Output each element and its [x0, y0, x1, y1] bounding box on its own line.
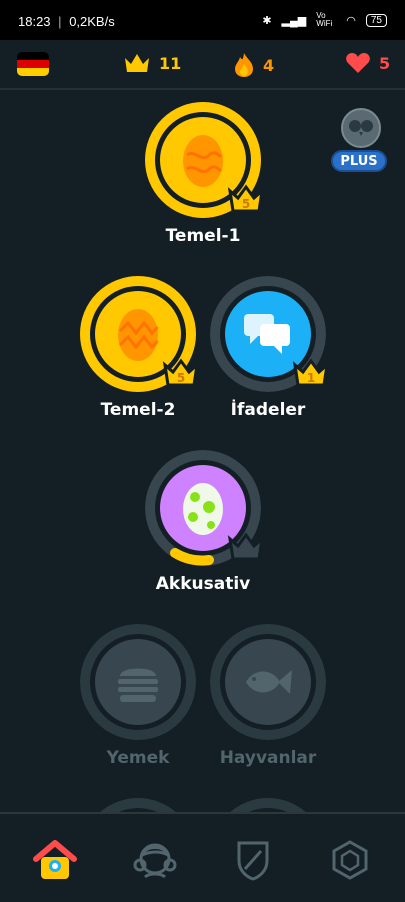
character-icon — [133, 843, 177, 879]
top-stats-bar: 11 4 5 — [0, 40, 405, 90]
nav-home[interactable] — [31, 836, 79, 884]
status-time: 18:23 | 0,2KB/s — [18, 14, 115, 29]
fire-icon — [235, 53, 253, 77]
status-icons: ✱ ▂▄▆ Vo WiFi ◠ 75 — [262, 12, 387, 28]
crown-icon — [125, 54, 149, 72]
skill-icon-bg — [225, 639, 311, 725]
burger-icon — [118, 668, 158, 702]
skill-ifadeler[interactable]: 1 — [210, 276, 330, 392]
hearts-counter[interactable]: 5 — [345, 52, 390, 74]
battery-icon: 75 — [365, 13, 387, 27]
plus-button[interactable]: PLUS — [331, 108, 387, 178]
skill-icon-bg — [95, 639, 181, 725]
crown-count: 11 — [159, 53, 182, 73]
crown-counter[interactable]: 11 — [123, 52, 181, 74]
nav-characters[interactable] — [131, 836, 179, 884]
skill-label: Temel-1 — [165, 226, 241, 246]
skill-tree: PLUS 5 Temel-1 5 Temel-2 1 İfadeler Akku… — [0, 90, 405, 812]
crown-level-text: 5 — [242, 197, 250, 211]
skill-akkusativ[interactable] — [145, 450, 265, 566]
network-speed: 0,2KB/s — [69, 14, 115, 29]
skill-label: Akkusativ — [155, 574, 251, 594]
skill-label: Hayvanlar — [219, 748, 317, 768]
nav-shop[interactable] — [326, 836, 374, 884]
signal-icon: ▂▄▆ — [281, 14, 307, 27]
nav-leagues[interactable] — [229, 836, 277, 884]
crown-level-badge — [227, 532, 265, 562]
bluetooth-icon: ✱ — [262, 14, 272, 27]
speech-bubbles-icon — [244, 314, 290, 354]
streak-count: 4 — [263, 55, 275, 75]
egg-icon — [118, 309, 160, 361]
skill-temel-2[interactable]: 5 — [80, 276, 200, 392]
wifi-icon: ◠ — [346, 14, 356, 27]
crown-level-text: 5 — [177, 371, 185, 385]
skill-hayvanlar[interactable] — [210, 624, 326, 740]
skill-label: İfadeler — [230, 400, 306, 420]
clock-time: 18:23 — [18, 14, 51, 29]
spotted-egg-icon — [183, 483, 223, 535]
status-bar: 18:23 | 0,2KB/s ✱ ▂▄▆ Vo WiFi ◠ 75 — [0, 0, 405, 40]
crown-level-text: 1 — [307, 371, 315, 385]
bottom-navigation — [0, 812, 405, 902]
crown-level-badge: 5 — [227, 184, 265, 214]
egg-icon — [183, 135, 223, 187]
home-icon — [33, 840, 77, 879]
hearts-count: 5 — [379, 53, 391, 73]
skill-next-left[interactable] — [80, 798, 196, 812]
shop-hex-icon — [332, 840, 368, 880]
fish-icon — [246, 670, 292, 694]
vowifi-label: Vo WiFi — [316, 11, 333, 28]
german-flag-icon[interactable] — [17, 52, 49, 76]
league-shield-icon — [237, 841, 269, 881]
heart-icon — [346, 53, 370, 73]
streak-counter[interactable]: 4 — [233, 52, 274, 78]
owl-icon — [341, 108, 381, 148]
skill-next-right[interactable] — [210, 798, 326, 812]
crown-level-badge: 1 — [292, 358, 330, 388]
skill-yemek[interactable] — [80, 624, 196, 740]
skill-temel-1[interactable]: 5 — [145, 102, 265, 218]
plus-label: PLUS — [331, 150, 387, 172]
crown-level-badge: 5 — [162, 358, 200, 388]
